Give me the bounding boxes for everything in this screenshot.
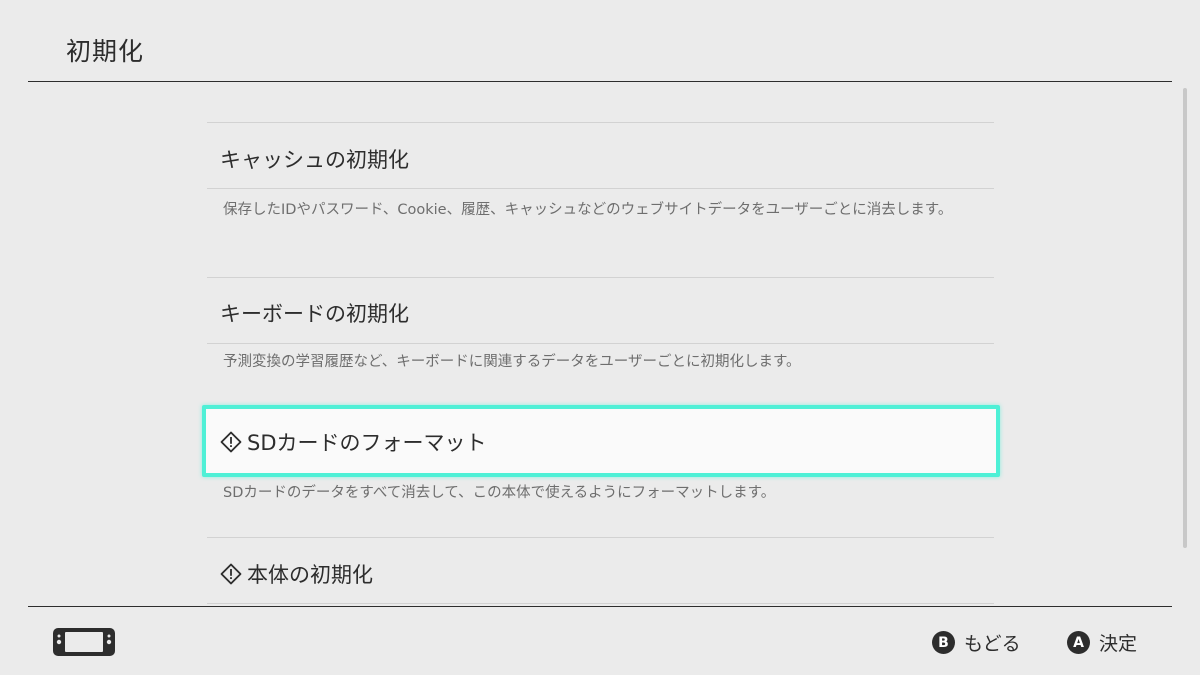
menu-item-label: SDカードのフォーマット (247, 431, 487, 455)
divider (207, 343, 994, 344)
divider (207, 603, 994, 604)
a-button-icon: A (1067, 631, 1090, 654)
page-title: 初期化 (66, 37, 145, 66)
warning-diamond-icon (220, 431, 242, 453)
console-handheld-icon (53, 628, 115, 656)
settings-list: キャッシュの初期化 保存したIDやパスワード、Cookie、履歴、キャッシュなど… (0, 82, 1200, 606)
confirm-button[interactable]: A 決定 (1067, 629, 1137, 656)
menu-item-description: 保存したIDやパスワード、Cookie、履歴、キャッシュなどのウェブサイトデータ… (223, 202, 953, 218)
divider (207, 537, 994, 538)
warning-diamond-icon (220, 563, 242, 585)
header: 初期化 (0, 0, 1200, 82)
divider (207, 277, 994, 278)
menu-item-label: キャッシュの初期化 (220, 148, 409, 172)
menu-item-label: キーボードの初期化 (220, 302, 409, 326)
confirm-label: 決定 (1099, 633, 1138, 655)
divider (207, 188, 994, 189)
footer-divider (28, 606, 1172, 607)
menu-item-cache-reset[interactable]: キャッシュの初期化 (220, 144, 409, 174)
menu-item-description: SDカードのデータをすべて消去して、この本体で使えるようにフォーマットします。 (223, 485, 776, 501)
b-button-icon: B (932, 631, 955, 654)
back-label: もどる (964, 633, 1021, 655)
menu-item-system-reset[interactable]: 本体の初期化 (220, 559, 373, 589)
back-button[interactable]: B もどる (932, 629, 1021, 656)
menu-item-sd-format[interactable]: SDカードのフォーマット (220, 427, 487, 457)
menu-item-keyboard-reset[interactable]: キーボードの初期化 (220, 298, 409, 328)
divider (207, 122, 994, 123)
menu-item-description: 予測変換の学習履歴など、キーボードに関連するデータをユーザーごとに初期化します。 (223, 354, 801, 370)
menu-item-label: 本体の初期化 (247, 563, 373, 587)
